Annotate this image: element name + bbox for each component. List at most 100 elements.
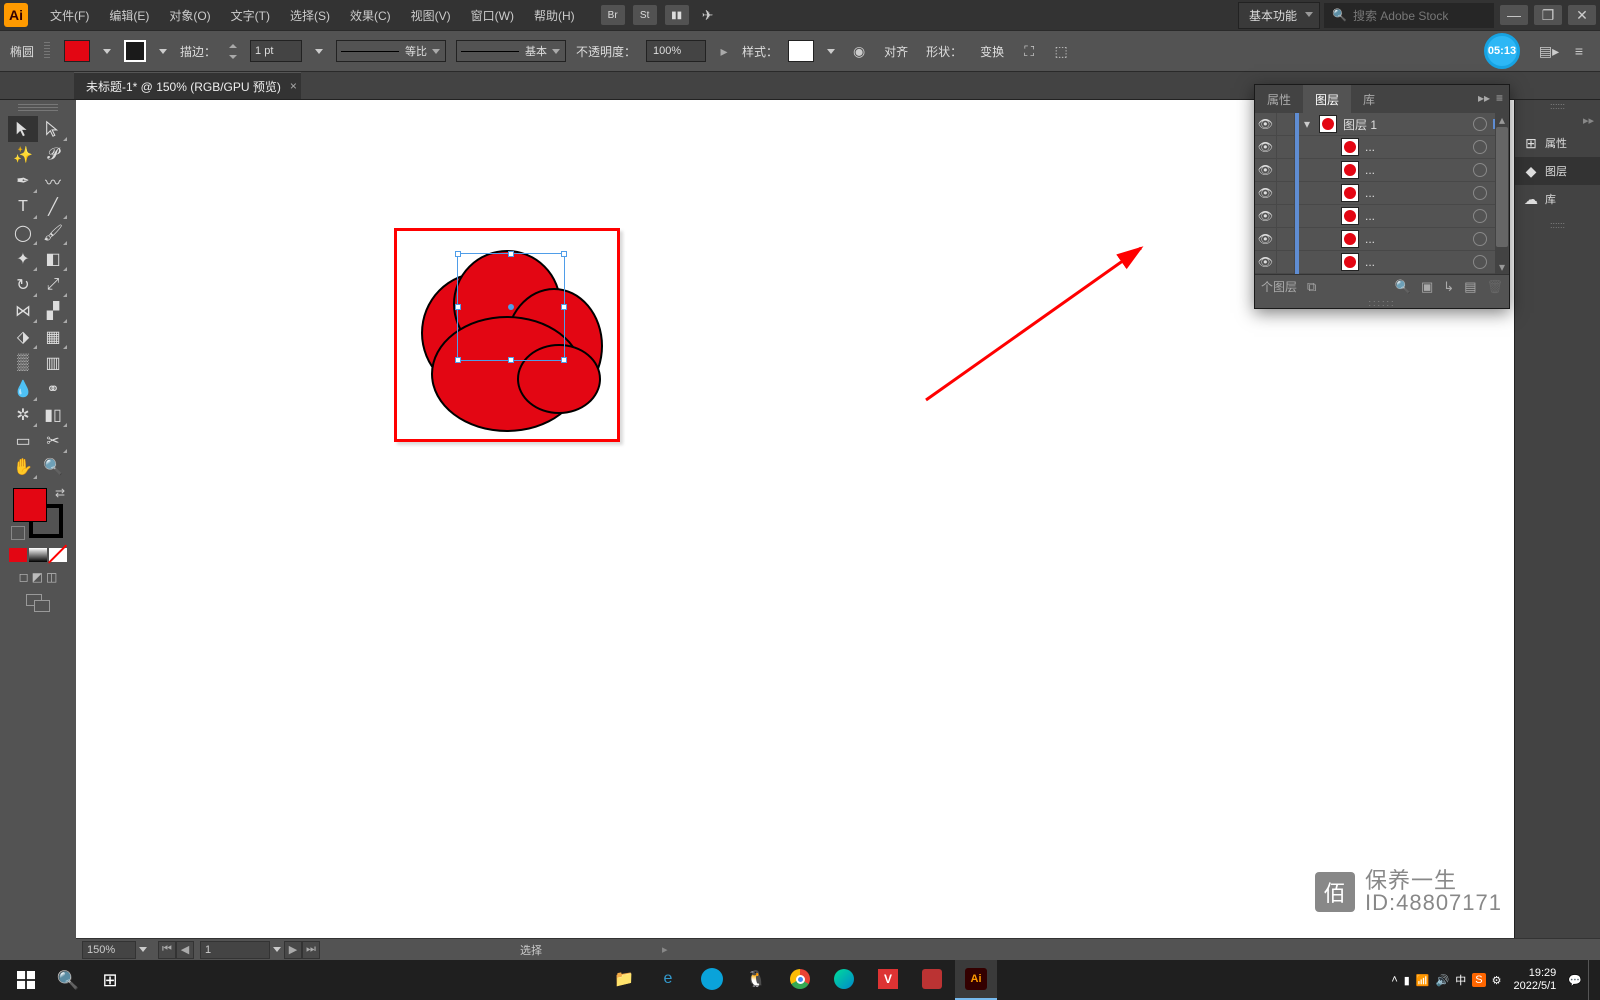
color-mode-none[interactable] [49,548,67,562]
shape-button[interactable]: 形状： [922,40,966,63]
tray-notifications-icon[interactable]: 💬 [1568,974,1582,987]
menu-object[interactable]: 对象(O) [159,0,220,30]
make-clipping-mask-icon[interactable]: ▣ [1421,279,1433,295]
window-close[interactable]: ✕ [1568,5,1596,25]
layer-name[interactable]: ... [1363,232,1473,246]
target-icon[interactable] [1473,209,1487,223]
panel-tab-properties[interactable]: 属性 [1255,85,1303,113]
gradient-tool[interactable]: ▥ [38,350,68,376]
mesh-tool[interactable]: ▒ [8,350,38,376]
search-layers-icon[interactable]: 🔍 [1395,279,1411,295]
artboard-first-icon[interactable]: ⏮ [158,941,176,959]
default-fill-stroke-icon[interactable] [11,526,25,540]
width-tool[interactable]: ⋈ [8,298,38,324]
pen-tool[interactable]: ✒ [8,168,38,194]
dock-properties[interactable]: ⊞ 属性 [1515,129,1600,157]
symbol-sprayer-tool[interactable]: ✲ [8,402,38,428]
selection-handle[interactable] [561,357,567,363]
visibility-toggle-icon[interactable]: 👁 [1255,113,1277,135]
delete-layer-icon[interactable]: 🗑 [1486,279,1503,295]
locate-object-icon[interactable]: ⧉ [1307,279,1316,295]
layer-row[interactable]: 👁 ▾ 图层 1 [1255,113,1509,136]
menu-type[interactable]: 文字(T) [221,0,280,30]
fill-stroke-control[interactable]: ⇄ [13,488,63,538]
blend-tool[interactable]: ⚭ [38,376,68,402]
stroke-weight-spinner[interactable] [226,40,240,62]
tab-close-icon[interactable]: × [290,79,297,93]
shaper-tool[interactable]: ✦ [8,246,38,272]
fill-dropdown[interactable] [100,40,114,62]
curvature-tool[interactable]: 〰 [38,168,68,194]
style-swatch[interactable] [788,40,814,62]
free-transform-tool[interactable]: ▞ [38,298,68,324]
stock-icon[interactable]: St [633,5,657,25]
target-icon[interactable] [1473,186,1487,200]
window-minimize[interactable]: ― [1500,5,1528,25]
task-view-icon[interactable]: ⊞ [90,960,130,1000]
profile-dropdown[interactable]: 等比 [336,40,446,62]
dock-grip[interactable]: :::::: [1515,100,1600,112]
taskbar-chrome[interactable] [779,960,821,1000]
magic-wand-tool[interactable]: ✨ [8,142,38,168]
sublayer-row[interactable]: 👁 ... [1255,251,1509,274]
menu-help[interactable]: 帮助(H) [524,0,585,30]
menu-select[interactable]: 选择(S) [280,0,340,30]
lock-toggle[interactable] [1277,205,1295,227]
target-icon[interactable] [1473,163,1487,177]
layer-name[interactable]: ... [1363,255,1473,269]
new-sublayer-icon[interactable]: ↳ [1443,279,1454,295]
shape-builder-tool[interactable]: ⬗ [8,324,38,350]
recolor-icon[interactable]: ◉ [848,40,870,62]
sublayer-row[interactable]: 👁 ... [1255,136,1509,159]
visibility-toggle-icon[interactable]: 👁 [1255,136,1277,158]
color-mode-gradient[interactable] [29,548,47,562]
stroke-weight-input[interactable]: 1 pt [250,40,302,62]
taskbar-qq[interactable]: 🐧 [735,960,777,1000]
edit-icon[interactable]: ⬚ [1050,40,1072,62]
start-button[interactable] [6,960,46,1000]
zoom-input[interactable]: 150% [82,941,136,959]
visibility-toggle-icon[interactable]: 👁 [1255,205,1277,227]
ellipse-tool[interactable]: ◯ [8,220,38,246]
toolbar-grip[interactable] [18,104,58,112]
artboard-tool[interactable]: ▭ [8,428,38,454]
target-icon[interactable] [1473,140,1487,154]
selection-handle[interactable] [508,251,514,257]
line-tool[interactable]: ╱ [38,194,68,220]
menu-file[interactable]: 文件(F) [40,0,99,30]
panel-menu-icon[interactable]: ≡ [1496,91,1503,105]
brush-dropdown[interactable]: 基本 [456,40,566,62]
tray-battery-icon[interactable]: ▮ [1404,974,1410,987]
eraser-tool[interactable]: ◧ [38,246,68,272]
panel-collapse-icon[interactable]: ▸▸ [1478,91,1490,105]
fill-swatch[interactable] [64,40,90,62]
artboard-last-icon[interactable]: ⏭ [302,941,320,959]
opacity-input[interactable]: 100% [646,40,706,62]
artboard-prev-icon[interactable]: ◀ [176,941,194,959]
visibility-toggle-icon[interactable]: 👁 [1255,228,1277,250]
tray-ime[interactable]: 中 [1455,972,1466,988]
visibility-toggle-icon[interactable]: 👁 [1255,182,1277,204]
color-mode-solid[interactable] [9,548,27,562]
tray-volume-icon[interactable]: 🔊 [1436,974,1450,987]
menu-edit[interactable]: 编辑(E) [99,0,159,30]
status-more-icon[interactable]: ▸ [662,943,668,956]
type-tool[interactable]: T [8,194,38,220]
panel-scrollbar[interactable]: ▴ ▾ [1495,113,1509,274]
graph-tool[interactable]: ▮▯ [38,402,68,428]
gpu-icon[interactable]: ✈ [697,4,719,26]
artboard-number[interactable]: 1 [200,941,270,959]
layer-expand-icon[interactable]: ▾ [1299,117,1315,131]
artboard-next-icon[interactable]: ▶ [284,941,302,959]
lock-toggle[interactable] [1277,113,1295,135]
layer-name[interactable]: ... [1363,186,1473,200]
lock-toggle[interactable] [1277,228,1295,250]
rotate-tool[interactable]: ↻ [8,272,38,298]
lock-toggle[interactable] [1277,136,1295,158]
taskbar-edge-legacy[interactable]: e [647,960,689,1000]
taskbar-clock[interactable]: 19:29 2022/5/1 [1513,967,1556,993]
opacity-more[interactable] [716,40,732,62]
taskbar-app-blue[interactable] [691,960,733,1000]
menu-effect[interactable]: 效果(C) [340,0,401,30]
selection-handle[interactable] [455,251,461,257]
